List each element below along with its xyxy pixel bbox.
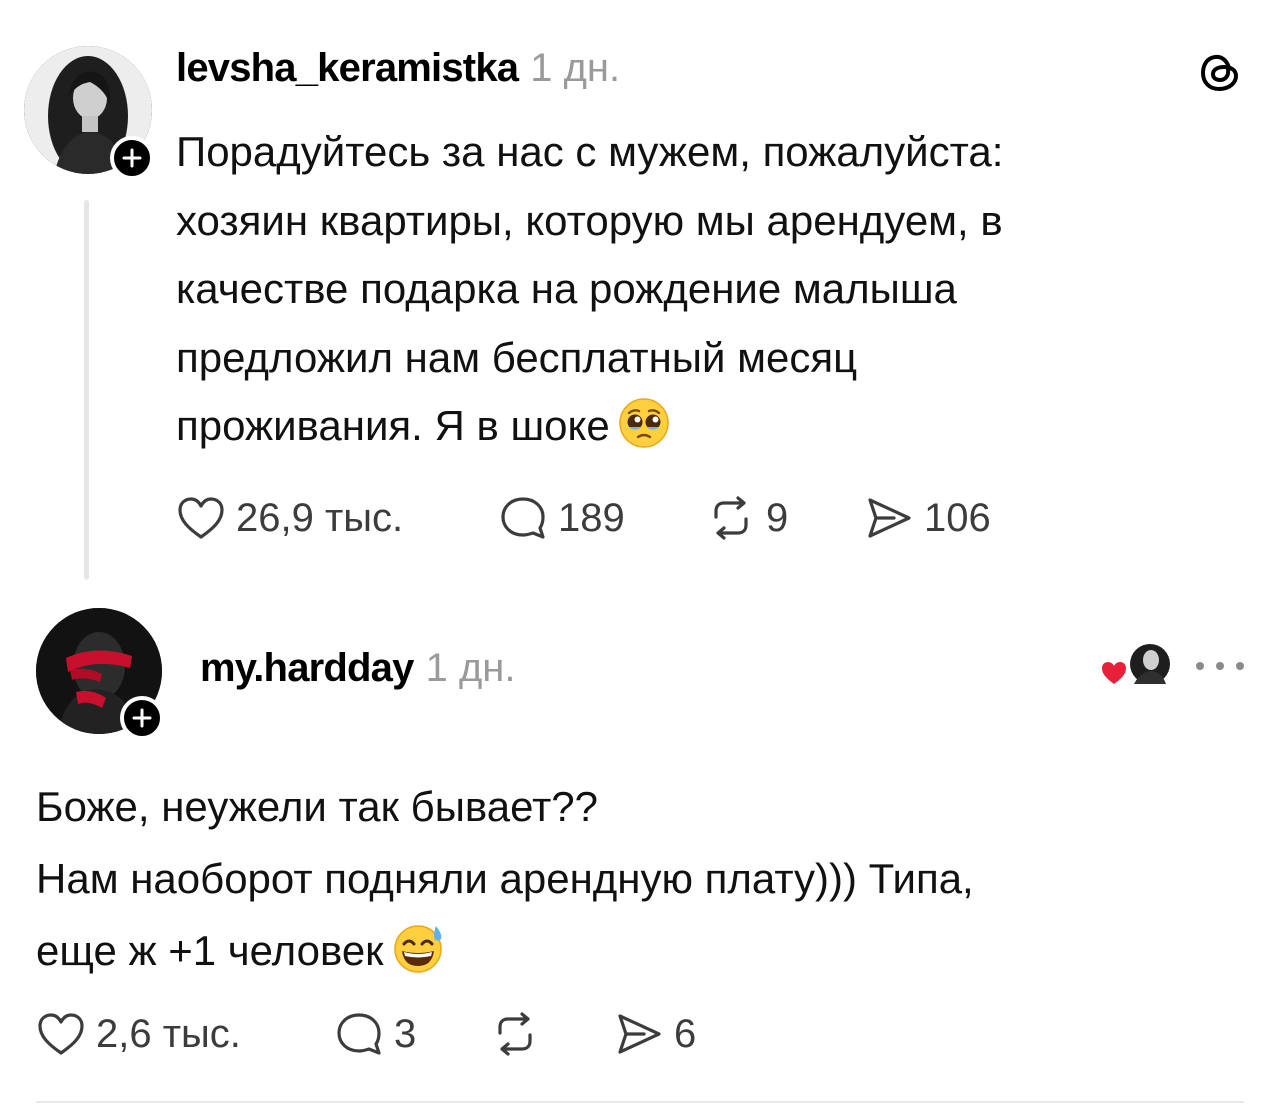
repost-icon: [714, 496, 748, 540]
post-text-line: проживания. Я в шоке: [176, 392, 1196, 470]
post-actions: 26,9 тыс. 189 9 106: [176, 494, 991, 542]
post-comment-count: 189: [558, 495, 625, 540]
reply-share-button[interactable]: 6: [614, 1011, 696, 1057]
post-header: levsha_keramistka 1 дн.: [176, 46, 620, 91]
reply-comment-count: 3: [394, 1011, 417, 1056]
reply-text-line: Боже, неужели так бывает??: [36, 783, 599, 830]
comment-icon: [337, 1013, 381, 1055]
post-text-line-last: проживания. Я в шоке: [176, 402, 610, 449]
post-body: Порадуйтесь за нас с мужем, пожалуйста: …: [176, 118, 1196, 470]
liked-by-author-indicator: [1100, 640, 1172, 690]
reply-actions: 2,6 тыс. 3 6: [36, 1010, 696, 1058]
post-timestamp: 1 дн.: [530, 46, 621, 90]
reply-body: Боже, неужели так бывает?? Нам наоборот …: [36, 771, 1236, 996]
reply-text-line: еще ж +1 человек: [36, 915, 1236, 996]
reply-timestamp: 1 дн.: [425, 646, 516, 690]
pleading-face-emoji-icon: [618, 397, 670, 470]
heart-icon: [38, 1013, 84, 1055]
follow-plus-icon: [122, 148, 142, 168]
reply-text-line: Нам наоборот подняли арендную плату))) Т…: [36, 855, 974, 902]
grinning-sweat-emoji-icon: [392, 922, 446, 996]
reply-share-count: 6: [674, 1011, 697, 1056]
post-username[interactable]: levsha_keramistka: [176, 46, 519, 91]
post-text-line: качестве подарка на рождение малыша: [176, 265, 957, 312]
post-repost-count: 9: [766, 495, 789, 540]
post-text-line: хозяин квартиры, которую мы арендуем, в: [176, 196, 1003, 244]
post-like-count: 26,9 тыс.: [236, 495, 404, 540]
reply-text-line-last: еще ж +1 человек: [36, 927, 384, 974]
reply-like-button[interactable]: 2,6 тыс.: [36, 1011, 334, 1057]
heart-icon: [178, 497, 224, 539]
repost-icon: [498, 1012, 532, 1056]
share-icon: [618, 1014, 661, 1054]
reply-username[interactable]: my.hardday: [200, 646, 414, 691]
follow-button[interactable]: [120, 696, 164, 740]
more-icon: [1196, 662, 1244, 670]
post-share-count: 106: [924, 495, 991, 540]
thread-connector-line: [84, 200, 89, 580]
post-comment-button[interactable]: 189: [498, 494, 706, 542]
follow-button[interactable]: [110, 136, 154, 180]
heart-icon: [1102, 662, 1126, 684]
more-options-button[interactable]: [1194, 656, 1246, 676]
comment-icon: [501, 497, 545, 539]
post-repost-button[interactable]: 9: [706, 495, 864, 541]
post-like-button[interactable]: 26,9 тыс.: [176, 495, 498, 541]
follow-plus-icon: [132, 708, 152, 728]
reply-comment-button[interactable]: 3: [334, 1010, 490, 1058]
post-text-line: предложил нам бесплатный месяц: [176, 333, 858, 381]
post-share-button[interactable]: 106: [864, 495, 991, 541]
share-icon: [868, 498, 911, 538]
reply-like-count: 2,6 тыс.: [96, 1011, 241, 1056]
reply-header: my.hardday 1 дн.: [200, 646, 515, 691]
post-text-line: Порадуйтесь за нас с мужем, пожалуйста:: [176, 128, 1004, 175]
threads-logo-icon[interactable]: [1196, 48, 1244, 96]
bottom-divider: [36, 1101, 1244, 1103]
reply-repost-button[interactable]: [490, 1011, 614, 1057]
